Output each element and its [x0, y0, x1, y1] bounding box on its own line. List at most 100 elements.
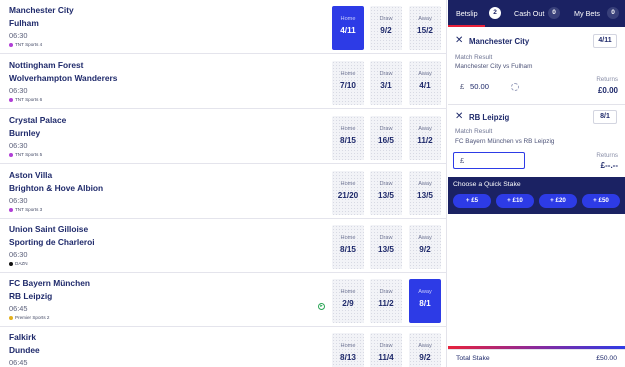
tv-channel-label: TNT Sports 3 [15, 207, 43, 212]
odds-value: 11/2 [378, 299, 394, 308]
match-row[interactable]: Union Saint Gilloise Sporting de Charlero… [0, 219, 447, 273]
odds-value: 16/5 [378, 136, 394, 145]
quick-stake-50-button[interactable]: + £50 [582, 194, 620, 208]
odds-button-home[interactable]: Home 8/15 [332, 225, 364, 269]
quick-stake-title: Choose a Quick Stake [453, 181, 521, 188]
odds-button-away[interactable]: Away 13/5 [409, 171, 441, 215]
quick-stake-20-button[interactable]: + £20 [539, 194, 577, 208]
odds-button-home[interactable]: Home 8/15 [332, 116, 364, 160]
tv-channel-label: TNT Sports 5 [15, 152, 43, 157]
match-row[interactable]: Aston Villa Brighton & Hove Albion 06:30 TN… [0, 165, 447, 219]
odds-value: 8/15 [340, 245, 356, 254]
total-stake-bar: Total Stake £50.00 [448, 349, 625, 367]
match-row[interactable]: Falkirk Dundee 06:45 Home 8/13 Draw 11/4 Away 9/… [0, 327, 447, 367]
odds-value: 4/11 [340, 26, 356, 35]
odds-button-draw[interactable]: Draw 13/5 [370, 171, 402, 215]
odds-value: 11/2 [417, 136, 433, 145]
odds-value: 9/2 [419, 353, 431, 362]
tv-channel-label: TNT Sports 4 [15, 42, 43, 47]
odds-button-draw[interactable]: Draw 13/5 [370, 225, 402, 269]
bet-selection: RB Leipzig [469, 113, 510, 122]
close-icon[interactable]: ✕ [455, 35, 463, 46]
odds-label: Away [418, 235, 432, 241]
odds-value: 8/13 [340, 353, 356, 362]
odds-button-draw[interactable]: Draw 11/4 [370, 333, 402, 367]
home-team: Crystal Palace [9, 115, 67, 125]
tv-channel-label: DAZN [15, 261, 28, 266]
odds-label: Home [340, 343, 356, 349]
odds-value: 7/10 [340, 81, 356, 90]
match-row[interactable]: Crystal Palace Burnley 06:30 TNT Sports 5 Ho… [0, 110, 447, 164]
odds-label: Away [418, 181, 432, 187]
betslip-tabs: Betslip 2 Cash Out 0 My Bets 0 [448, 0, 625, 27]
odds-value: 11/4 [378, 353, 394, 362]
total-stake-label: Total Stake [456, 355, 490, 362]
channel-logo-icon [9, 152, 13, 157]
odds-button-away[interactable]: Away 11/2 [409, 116, 441, 160]
stake-input[interactable]: £ [453, 152, 525, 169]
bet-selection: Manchester City [469, 37, 530, 46]
home-team: Nottingham Forest [9, 60, 84, 70]
odds-label: Away [418, 71, 432, 77]
odds-button-home[interactable]: Home 8/13 [332, 333, 364, 367]
odds-button-home[interactable]: Home 21/20 [332, 171, 364, 215]
away-team: RB Leipzig [9, 291, 53, 301]
match-row[interactable]: Manchester City Fulham 06:30 TNT Sports 4 Ho… [0, 0, 447, 54]
returns-value: £--.-- [600, 161, 618, 170]
bet-event: Manchester City vs Fulham [455, 63, 533, 70]
odds-value: 4/1 [419, 81, 431, 90]
odds-label: Draw [379, 343, 393, 349]
channel-logo-icon [9, 261, 13, 266]
match-row[interactable]: Nottingham Forest Wolverhampton Wanderers… [0, 55, 447, 109]
quick-stake-panel: Choose a Quick Stake + £5 + £10 + £20 + … [448, 177, 625, 214]
returns-label: Returns [596, 152, 618, 159]
kickoff-time: 06:45 [9, 358, 28, 367]
odds-value: 13/5 [378, 245, 394, 254]
tab-cash-out[interactable]: Cash Out [514, 9, 544, 18]
match-row[interactable]: FC Bayern München RB Leipzig 06:45 Premier … [0, 273, 447, 327]
match-list: Manchester City Fulham 06:30 TNT Sports 4 Ho… [0, 0, 447, 367]
bet-item: ✕ Manchester City 4/11 Match Result Manc… [448, 27, 625, 105]
home-team: Falkirk [9, 332, 37, 342]
close-icon[interactable]: ✕ [455, 111, 463, 122]
odds-button-away[interactable]: Away 4/1 [409, 61, 441, 105]
odds-button-home[interactable]: Home 7/10 [332, 61, 364, 105]
channel-logo-icon [9, 97, 13, 102]
odds-value: 2/9 [342, 299, 354, 308]
away-team: Wolverhampton Wanderers [9, 73, 118, 83]
tab-betslip[interactable]: Betslip [456, 9, 478, 18]
tv-channel: Premier Sports 2 [9, 315, 49, 320]
home-team: Aston Villa [9, 170, 53, 180]
odds-button-draw[interactable]: Draw 11/2 [370, 279, 402, 323]
odds-button-away[interactable]: Away 9/2 [409, 333, 441, 367]
odds-button-away[interactable]: Away 8/1 [409, 279, 441, 323]
away-team: Dundee [9, 345, 40, 355]
odds-button-away[interactable]: Away 9/2 [409, 225, 441, 269]
odds-label: Draw [379, 235, 393, 241]
quick-stake-10-button[interactable]: + £10 [496, 194, 534, 208]
bet-event: FC Bayern München vs RB Leipzig [455, 138, 555, 145]
kickoff-time: 06:30 [9, 250, 28, 259]
odds-button-draw[interactable]: Draw 9/2 [370, 6, 402, 50]
returns-value: £0.00 [597, 86, 618, 95]
kickoff-time: 06:30 [9, 196, 28, 205]
odds-button-away[interactable]: Away 15/2 [409, 6, 441, 50]
kickoff-time: 06:30 [9, 86, 28, 95]
tv-channel: TNT Sports 5 [9, 152, 42, 157]
odds-button-draw[interactable]: Draw 3/1 [370, 61, 402, 105]
odds-button-draw[interactable]: Draw 16/5 [370, 116, 402, 160]
away-team: Sporting de Charleroi [9, 237, 95, 247]
odds-value: 9/2 [380, 26, 392, 35]
tv-channel: DAZN [9, 261, 28, 266]
quick-stake-5-button[interactable]: + £5 [453, 194, 491, 208]
odds-button-home[interactable]: Home 2/9 [332, 279, 364, 323]
odds-label: Home [340, 126, 356, 132]
odds-button-home[interactable]: Home 4/11 [332, 6, 364, 50]
play-icon: ▸ [318, 303, 325, 310]
bet-item: ✕ RB Leipzig 8/1 Match Result FC Bayern … [448, 105, 625, 177]
odds-label: Away [418, 289, 432, 295]
home-team: Union Saint Gilloise [9, 224, 89, 234]
tab-my-bets[interactable]: My Bets [574, 9, 600, 18]
odds-value: 21/20 [337, 191, 359, 200]
away-team: Fulham [9, 18, 39, 28]
